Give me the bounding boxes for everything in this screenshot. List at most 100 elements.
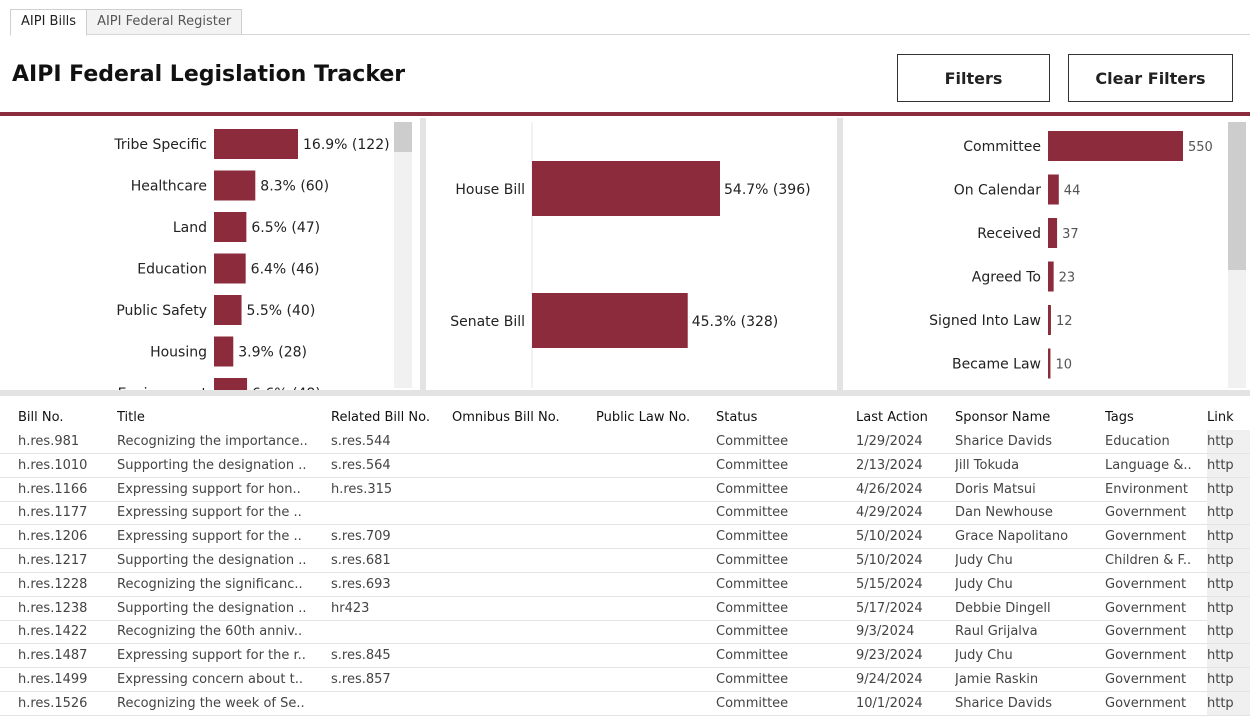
bar-public-safety <box>214 295 242 325</box>
table-row[interactable]: h.res.981 Recognizing the importance.. s.r… <box>0 430 1250 454</box>
cell-bill-no: h.res.1166 <box>18 481 88 497</box>
table-row[interactable]: h.res.1217 Supporting the designation .. s… <box>0 549 1250 573</box>
bar-healthcare <box>214 170 256 201</box>
column-header-public-law-no[interactable]: Public Law No. <box>596 406 712 430</box>
bar-label-signed-into-law: Signed Into Law <box>929 313 1041 329</box>
bar-label-became-law: Became Law <box>952 357 1041 373</box>
status-chart-scrollbar[interactable] <box>1228 122 1246 388</box>
cell-title: Expressing concern about t.. <box>117 672 303 687</box>
cell-last-action: 10/1/2024 <box>856 695 923 711</box>
bar-became-law <box>1048 348 1051 379</box>
cell-status: Committee <box>716 600 789 616</box>
cell-sponsor-name: Sharice Davids <box>955 434 1052 449</box>
cell-link[interactable]: http <box>1207 572 1250 596</box>
bar-label-education: Education <box>137 262 207 278</box>
cell-link[interactable]: http <box>1207 549 1250 572</box>
table-row[interactable]: h.res.1238 Supporting the designation .. h… <box>0 596 1250 621</box>
table-row[interactable]: h.res.1206 Expressing support for the .. s… <box>0 525 1250 550</box>
table-row[interactable]: h.res.1177 Expressing support for the .. C… <box>0 501 1250 526</box>
column-header-status[interactable]: Status <box>716 406 852 430</box>
cell-related-bill-no: h.res.315 <box>331 481 393 497</box>
cell-bill-no: h.res.1010 <box>18 457 88 473</box>
cell-status: Committee <box>716 624 789 640</box>
column-header-omnibus-bill-no[interactable]: Omnibus Bill No. <box>452 406 592 430</box>
cell-sponsor-name: Grace Napolitano <box>955 529 1069 545</box>
cell-sponsor-name: Sharice Davids <box>955 695 1052 711</box>
cell-status: Committee <box>716 576 789 592</box>
cell-related-bill-no: s.res.564 <box>331 457 391 473</box>
table-row[interactable]: h.res.1228 Recognizing the significanc.. s… <box>0 572 1250 597</box>
cell-bill-no: h.res.1499 <box>18 672 88 687</box>
cell-link[interactable]: http <box>1207 644 1250 668</box>
table-row[interactable]: h.res.1010 Supporting the designation .. s… <box>0 453 1250 478</box>
section-divider <box>0 390 1250 396</box>
cell-link[interactable]: http <box>1207 668 1250 691</box>
cell-link[interactable]: http <box>1207 501 1250 525</box>
cell-title: Expressing support for the .. <box>117 529 302 545</box>
status-chart-scroll-thumb[interactable] <box>1228 122 1246 270</box>
table-row[interactable]: h.res.1422 Recognizing the 60th anniv.. Co… <box>0 620 1250 645</box>
cell-last-action: 4/29/2024 <box>856 505 923 521</box>
tab-aipi-bills[interactable]: AIPI Bills <box>10 9 88 36</box>
tab-bar: AIPI Bills AIPI Federal Register <box>10 9 1250 36</box>
cell-bill-no: h.res.1526 <box>18 695 88 711</box>
bar-label-healthcare: Healthcare <box>131 179 207 195</box>
cell-tags: Government <box>1105 600 1187 616</box>
column-header-bill-no[interactable]: Bill No. <box>18 406 114 430</box>
value-label-healthcare: 8.3% (60) <box>260 179 329 195</box>
cell-status: Committee <box>716 481 789 497</box>
cell-bill-no: h.res.1177 <box>18 505 88 521</box>
cell-link[interactable]: http <box>1207 453 1250 477</box>
cell-status: Committee <box>716 695 789 711</box>
cell-last-action: 5/10/2024 <box>856 529 923 545</box>
table-row[interactable]: h.res.1526 Recognizing the week of Se.. Co… <box>0 691 1250 716</box>
cell-related-bill-no: hr423 <box>331 600 370 616</box>
clear-filters-button[interactable]: Clear Filters <box>1068 54 1233 102</box>
cell-link[interactable]: http <box>1207 620 1250 644</box>
cell-sponsor-name: Debbie Dingell <box>955 600 1051 616</box>
cell-link[interactable]: http <box>1207 525 1250 549</box>
category-chart-scrollbar[interactable] <box>394 122 412 388</box>
bar-environment <box>214 378 248 390</box>
table-row[interactable]: h.res.1499 Expressing concern about t.. s.… <box>0 668 1250 692</box>
cell-title: Supporting the designation .. <box>117 600 307 616</box>
cell-title: Supporting the designation .. <box>117 457 307 473</box>
cell-bill-no: h.res.1217 <box>18 553 88 568</box>
cell-tags: Environment <box>1105 481 1189 497</box>
bar-committee <box>1048 131 1183 161</box>
bar-label-committee: Committee <box>963 139 1041 155</box>
column-header-last-action[interactable]: Last Action <box>856 406 952 430</box>
category-chart-scroll-thumb[interactable] <box>394 122 412 152</box>
table-row[interactable]: h.res.1487 Expressing support for the r..… <box>0 644 1250 669</box>
bar-land <box>214 212 247 242</box>
category-chart-panel: Tribe Specific 16.9% (122) Healthcare 8.3% … <box>0 118 420 390</box>
cell-related-bill-no: s.res.709 <box>331 529 391 545</box>
bar-label-house-bill: House Bill <box>455 182 525 198</box>
table-header: Bill No. Title Related Bill No. Omnibus Bil… <box>0 406 1250 430</box>
value-label-agreed-to: 23 <box>1059 271 1076 286</box>
cell-status: Committee <box>716 529 789 545</box>
cell-link[interactable]: http <box>1207 596 1250 620</box>
cell-sponsor-name: Dan Newhouse <box>955 505 1053 521</box>
column-header-related-bill-no[interactable]: Related Bill No. <box>331 406 449 430</box>
cell-status: Committee <box>716 434 789 449</box>
column-header-tags[interactable]: Tags <box>1105 406 1205 430</box>
cell-link[interactable]: http <box>1207 691 1250 715</box>
cell-title: Expressing support for the .. <box>117 505 302 521</box>
column-header-link[interactable]: Link <box>1207 406 1250 430</box>
cell-sponsor-name: Jamie Raskin <box>955 672 1039 687</box>
cell-link[interactable]: http <box>1207 430 1250 453</box>
column-header-title[interactable]: Title <box>117 406 327 430</box>
cell-last-action: 9/24/2024 <box>856 672 923 687</box>
bar-on-calendar <box>1048 174 1059 205</box>
cell-status: Committee <box>716 505 789 521</box>
table-row[interactable]: h.res.1166 Expressing support for hon.. h.… <box>0 477 1250 502</box>
cell-title: Recognizing the 60th anniv.. <box>117 624 303 640</box>
filters-button[interactable]: Filters <box>897 54 1050 102</box>
cell-tags: Language &.. <box>1105 457 1192 473</box>
column-header-sponsor-name[interactable]: Sponsor Name <box>955 406 1103 430</box>
cell-tags: Government <box>1105 505 1187 521</box>
cell-link[interactable]: http <box>1207 477 1250 501</box>
cell-sponsor-name: Doris Matsui <box>955 481 1036 497</box>
tab-aipi-federal-register[interactable]: AIPI Federal Register <box>86 9 243 34</box>
